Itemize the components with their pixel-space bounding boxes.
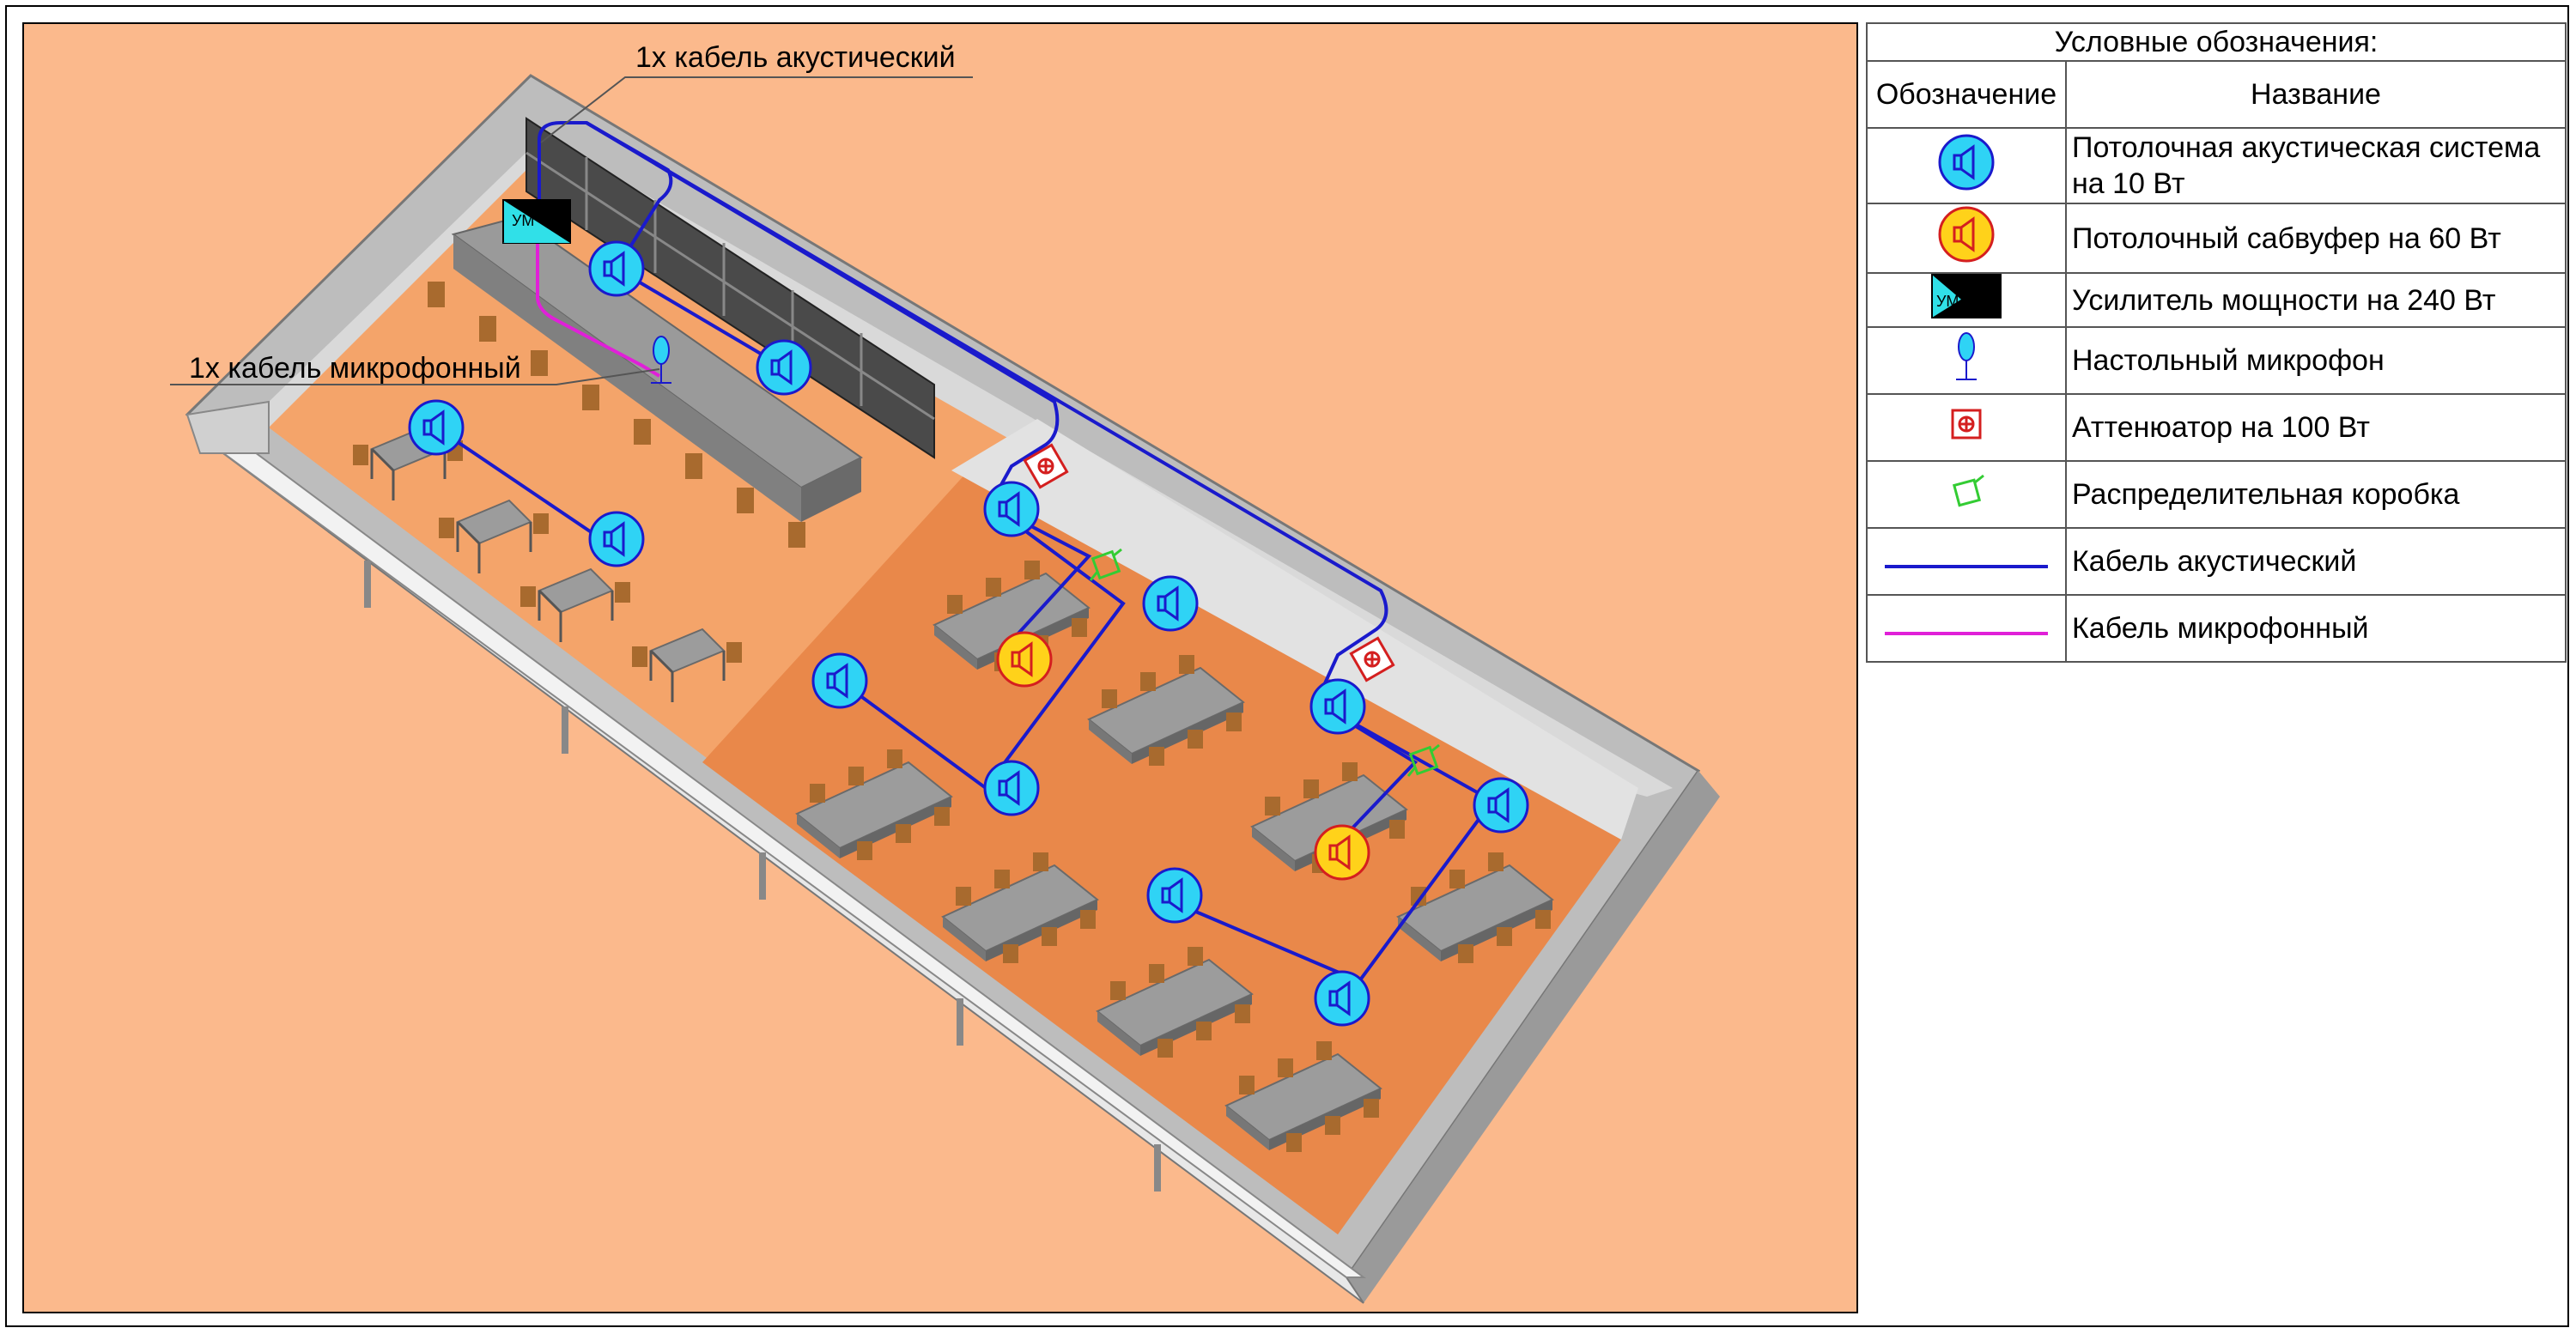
legend-item-name: Кабель микрофонный	[2065, 594, 2567, 663]
legend-row: Настольный микрофон	[1866, 326, 2567, 395]
ceiling-speaker-icon	[1938, 134, 1995, 190]
legend-row: Кабель акустический	[1866, 527, 2567, 596]
legend-item-name: Настольный микрофон	[2065, 326, 2567, 395]
svg-text:УМ: УМ	[1936, 293, 1959, 310]
legend-row: УМ Усилитель мощности на 240 Вт	[1866, 272, 2567, 328]
legend-row: Потолочная акустическая система на 10 Вт	[1866, 127, 2567, 204]
svg-text:УМ: УМ	[512, 212, 534, 229]
acoustic-cable-note: 1х кабель акустический	[635, 41, 956, 74]
power-amplifier-icon: УМ	[1931, 274, 2002, 318]
desk-microphone-icon	[1956, 331, 1977, 380]
legend-row: Кабель микрофонный	[1866, 594, 2567, 663]
junction-box-icon	[1952, 474, 1984, 506]
legend-item-name: Потолочная акустическая система на 10 Вт	[2065, 127, 2567, 204]
microphone-cable-line-icon	[1885, 631, 2048, 635]
power-amplifier-icon: УМ	[502, 199, 571, 244]
legend-table: Условные обозначения: Обозначение Назван…	[1866, 22, 2567, 663]
legend-caption: Условные обозначения:	[1866, 22, 2567, 62]
ceiling-subwoofer-icon	[1938, 206, 1995, 263]
legend-item-name: Кабель акустический	[2065, 527, 2567, 596]
legend-item-name: Усилитель мощности на 240 Вт	[2065, 272, 2567, 328]
legend-item-name: Потолочный сабвуфер на 60 Вт	[2065, 203, 2567, 274]
legend-item-name: Распределительная коробка	[2065, 460, 2567, 529]
legend-name-header: Название	[2065, 60, 2567, 129]
legend-row: Распределительная коробка	[1866, 460, 2567, 529]
legend-row: Аттенюатор на 100 Вт	[1866, 393, 2567, 462]
microphone-cable-note: 1х кабель микрофонный	[189, 352, 521, 385]
attenuator-icon	[1951, 409, 1982, 439]
legend-item-name: Аттенюатор на 100 Вт	[2065, 393, 2567, 462]
legend-row: Потолочный сабвуфер на 60 Вт	[1866, 203, 2567, 274]
floor-plan-drawing: УМ	[170, 74, 1720, 1304]
floor-plan-scene: УМ 1х кабель акустический 1х кабель микр…	[22, 22, 1858, 1313]
acoustic-cable-line-icon	[1885, 564, 2048, 568]
legend-symbol-header: Обозначение	[1866, 60, 2067, 129]
